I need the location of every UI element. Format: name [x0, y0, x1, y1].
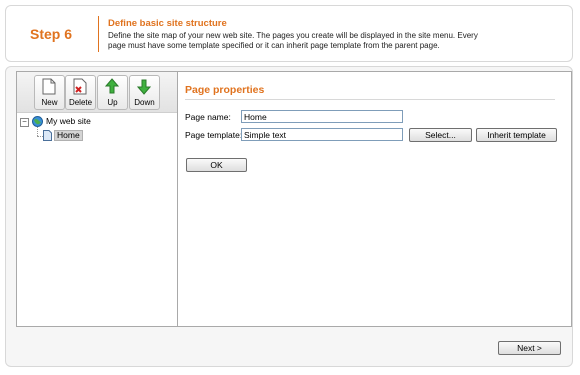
tree-home-label: Home	[54, 130, 83, 141]
delete-button-label: Delete	[68, 98, 93, 107]
select-template-button[interactable]: Select...	[409, 128, 472, 142]
up-button[interactable]: Up	[97, 75, 128, 110]
page-template-label: Page template:	[185, 130, 243, 140]
tree-toolbar: New Delete Up Down	[17, 72, 177, 113]
up-button-label: Up	[107, 98, 118, 107]
new-page-icon	[42, 78, 56, 95]
collapse-icon[interactable]: −	[20, 118, 29, 127]
header-separator	[98, 16, 99, 52]
properties-pane: Page properties Page name: Home Page tem…	[185, 72, 571, 326]
page-name-label: Page name:	[185, 112, 231, 122]
page-name-field[interactable]: Home	[241, 110, 403, 123]
page-icon	[43, 130, 52, 141]
next-button[interactable]: Next >	[498, 341, 561, 355]
globe-icon	[32, 116, 43, 127]
tree-root-label: My web site	[46, 116, 91, 126]
page-template-field[interactable]: Simple text	[241, 128, 403, 141]
new-button[interactable]: New	[34, 75, 65, 110]
wizard-body: New Delete Up Down − My web site Home Pa…	[5, 66, 573, 367]
arrow-down-icon	[137, 79, 151, 95]
tree-pane: New Delete Up Down − My web site Home	[17, 72, 178, 326]
down-button-label: Down	[134, 98, 155, 107]
arrow-up-icon	[105, 78, 119, 94]
delete-button[interactable]: Delete	[65, 75, 96, 110]
properties-title: Page properties	[185, 84, 265, 96]
section-divider	[185, 99, 555, 100]
step-label: Step 6	[30, 26, 73, 42]
delete-page-icon	[73, 78, 87, 95]
down-button[interactable]: Down	[129, 75, 160, 110]
site-structure-panel: New Delete Up Down − My web site Home Pa…	[16, 71, 572, 327]
ok-button[interactable]: OK	[186, 158, 247, 172]
step-description: Define the site map of your new web site…	[108, 31, 478, 50]
step-title: Define basic site structure	[108, 18, 227, 29]
inherit-template-button[interactable]: Inherit template	[476, 128, 557, 142]
wizard-header: Step 6 Define basic site structure Defin…	[5, 5, 573, 62]
new-button-label: New	[41, 98, 58, 107]
